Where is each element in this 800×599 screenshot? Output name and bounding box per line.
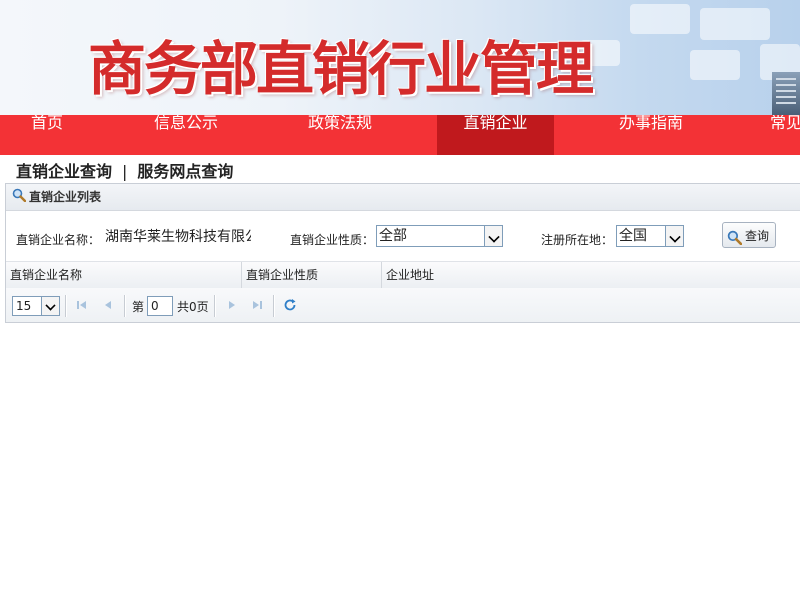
divider (214, 295, 216, 317)
banner-decoration (630, 4, 690, 34)
company-type-label: 直销企业性质： (290, 233, 375, 247)
nav-item-home[interactable]: 首页 (0, 115, 94, 155)
main-nav: 首页 信息公示 政策法规 直销企业 办事指南 常见 (0, 115, 800, 155)
divider (273, 295, 275, 317)
banner-decoration (700, 8, 770, 40)
divider (65, 295, 67, 317)
sub-tabs: 直销企业查询 | 服务网点查询 (16, 158, 233, 182)
first-page-icon[interactable] (75, 298, 89, 312)
search-icon (727, 228, 743, 254)
panel-title: 直销企业列表 (29, 190, 102, 204)
company-name-label: 直销企业名称： (16, 233, 101, 247)
prev-page-icon[interactable] (101, 298, 115, 312)
nav-item-guide[interactable]: 办事指南 (593, 115, 709, 155)
page-size-select[interactable]: 15 (12, 296, 60, 316)
building-image (772, 72, 800, 115)
refresh-icon[interactable] (283, 298, 297, 312)
search-icon (12, 185, 27, 211)
company-type-value: 全部 (379, 228, 407, 244)
chevron-down-icon (484, 226, 502, 246)
nav-item-companies[interactable]: 直销企业 (437, 115, 554, 155)
total-pages-label: 共0页 (177, 300, 209, 314)
search-form: 直销企业名称： 湖南华莱生物科技有限公 直销企业性质： 全部 注册所在地： 全国… (6, 222, 800, 252)
tab-separator: | (122, 162, 128, 181)
query-button[interactable]: 查询 (722, 222, 776, 248)
page-size-value: 15 (16, 299, 32, 313)
panel-header: 直销企业列表 (6, 184, 800, 211)
nav-item-policy[interactable]: 政策法规 (282, 115, 398, 155)
company-name-input[interactable]: 湖南华莱生物科技有限公 (102, 225, 252, 247)
page-prefix-label: 第 (132, 300, 145, 314)
chevron-down-icon (41, 297, 59, 315)
column-header-name[interactable]: 直销企业名称 (6, 262, 242, 288)
nav-item-info[interactable]: 信息公示 (128, 115, 244, 155)
header-banner: 商务部直销行业管理 (0, 0, 800, 115)
query-button-label: 查询 (745, 229, 770, 243)
tab-company-query[interactable]: 直销企业查询 (16, 162, 112, 181)
site-title: 商务部直销行业管理 (88, 35, 594, 103)
table-header: 直销企业名称 直销企业性质 企业地址 (6, 261, 800, 289)
divider (124, 295, 126, 317)
region-value: 全国 (619, 228, 647, 244)
next-page-icon[interactable] (225, 298, 239, 312)
region-label: 注册所在地： (541, 233, 614, 247)
banner-decoration (690, 50, 740, 80)
nav-item-faq[interactable]: 常见 (770, 115, 800, 155)
pagination-bar: 15 第 0 共0页 (6, 288, 800, 322)
chevron-down-icon (665, 226, 683, 246)
page-number-input[interactable]: 0 (147, 296, 173, 316)
column-header-address[interactable]: 企业地址 (382, 262, 800, 288)
region-select[interactable]: 全国 (616, 225, 684, 247)
company-type-select[interactable]: 全部 (376, 225, 503, 247)
company-list-panel: 直销企业列表 直销企业名称： 湖南华莱生物科技有限公 直销企业性质： 全部 注册… (5, 183, 800, 323)
last-page-icon[interactable] (250, 298, 264, 312)
column-header-type[interactable]: 直销企业性质 (242, 262, 382, 288)
tab-service-query[interactable]: 服务网点查询 (137, 162, 233, 181)
